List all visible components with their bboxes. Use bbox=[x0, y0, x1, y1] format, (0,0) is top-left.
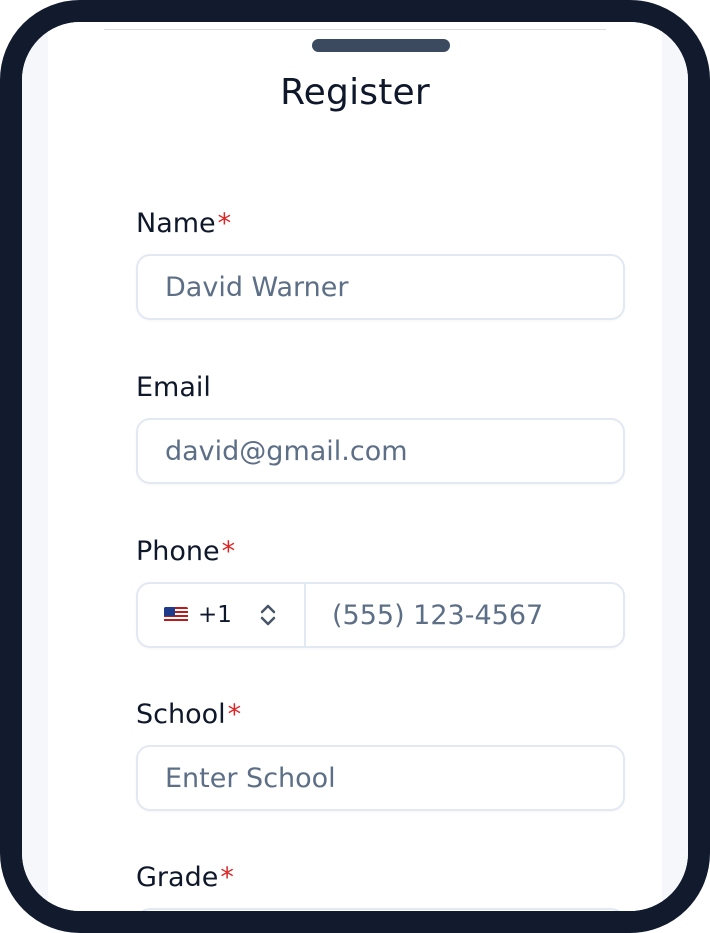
phone-label-text: Phone bbox=[136, 536, 220, 567]
email-input-value: david@gmail.com bbox=[165, 435, 408, 467]
school-input[interactable]: Enter School bbox=[136, 745, 625, 811]
school-input-placeholder: Enter School bbox=[165, 762, 336, 794]
country-code-select[interactable]: +1 bbox=[138, 584, 306, 646]
drag-handle[interactable] bbox=[312, 39, 450, 52]
name-input-value: David Warner bbox=[165, 271, 349, 303]
school-label: School* bbox=[136, 699, 241, 730]
us-flag-icon bbox=[164, 607, 188, 623]
email-label: Email bbox=[136, 372, 211, 403]
grade-input[interactable] bbox=[136, 908, 625, 911]
phone-frame: Register Name* David Warner Email david@… bbox=[0, 0, 710, 933]
grade-required-mark: * bbox=[220, 862, 234, 893]
grade-label: Grade* bbox=[136, 862, 234, 893]
right-edge-band bbox=[661, 22, 688, 911]
phone-number-placeholder: (555) 123-4567 bbox=[332, 599, 544, 631]
phone-required-mark: * bbox=[221, 536, 236, 567]
phone-field: +1 (555) 123-4567 bbox=[136, 582, 625, 648]
sheet-top-rule bbox=[104, 29, 606, 30]
name-input[interactable]: David Warner bbox=[136, 254, 625, 320]
sheet-title: Register bbox=[280, 72, 430, 113]
school-label-text: School bbox=[136, 699, 226, 730]
country-code: +1 bbox=[198, 602, 232, 628]
name-label: Name* bbox=[136, 208, 231, 239]
grade-label-text: Grade bbox=[136, 862, 219, 893]
school-required-mark: * bbox=[227, 699, 242, 730]
name-required-mark: * bbox=[217, 208, 232, 239]
email-input[interactable]: david@gmail.com bbox=[136, 418, 625, 484]
phone-number-input[interactable]: (555) 123-4567 bbox=[306, 600, 543, 631]
phone-label: Phone* bbox=[136, 536, 235, 567]
email-label-text: Email bbox=[136, 372, 211, 403]
register-sheet: Register Name* David Warner Email david@… bbox=[48, 22, 662, 911]
name-label-text: Name bbox=[136, 208, 216, 239]
left-edge-band bbox=[22, 22, 49, 911]
up-down-chevron-icon[interactable] bbox=[258, 601, 278, 629]
